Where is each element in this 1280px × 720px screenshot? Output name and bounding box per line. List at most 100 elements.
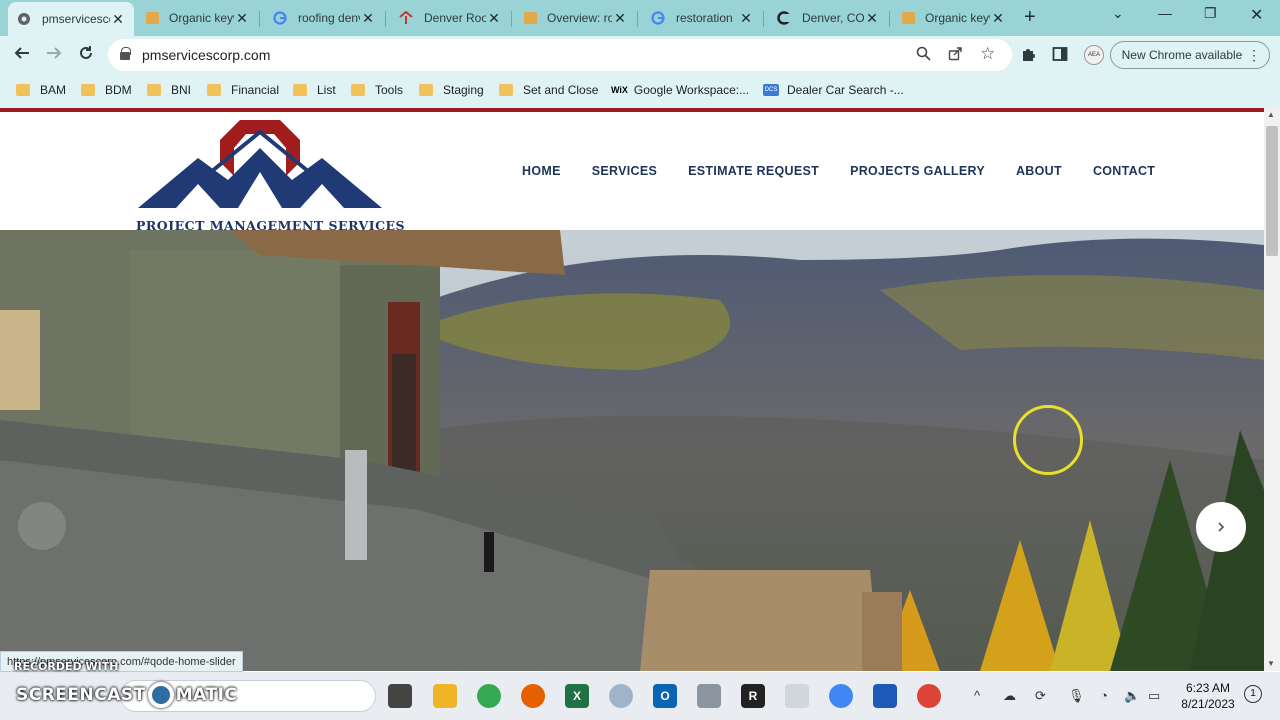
firefox-icon[interactable] — [521, 684, 545, 708]
page-scrollbar[interactable]: ▲ ▼ — [1264, 108, 1280, 671]
bookmark-bdm[interactable]: BDM — [81, 83, 132, 97]
tray-chevron-icon[interactable]: ^ — [974, 688, 980, 703]
site-logo[interactable]: PROJECT MANAGEMENT SERVICES — [136, 118, 405, 233]
close-icon[interactable]: ✕ — [110, 11, 126, 28]
close-icon[interactable]: ✕ — [486, 10, 502, 27]
nav-home[interactable]: HOME — [522, 164, 561, 178]
bookmark-label: Google Workspace:... — [633, 83, 750, 97]
address-bar[interactable]: pmservicescorp.com ☆ — [108, 39, 1012, 71]
folder-icon — [419, 84, 433, 96]
snipping-tool-icon[interactable] — [785, 684, 809, 708]
web-page: PROJECT MANAGEMENT SERVICES HOME SERVICE… — [0, 108, 1264, 671]
extensions-puzzle-icon[interactable] — [1020, 46, 1036, 66]
chrome-secondary-icon[interactable] — [917, 684, 941, 708]
close-icon[interactable]: ✕ — [738, 10, 754, 27]
bookmark-bam[interactable]: BAM — [16, 83, 66, 97]
folder-icon — [81, 84, 95, 96]
lock-icon[interactable] — [120, 47, 131, 60]
tab-pmservicescorp[interactable]: pmservicescorp.com ✕ — [8, 2, 134, 36]
nav-projects-gallery[interactable]: PROJECTS GALLERY — [850, 164, 985, 178]
share-icon[interactable] — [948, 46, 963, 65]
media-app-icon[interactable] — [609, 684, 633, 708]
kebab-menu-icon[interactable]: ⋮ — [1247, 47, 1261, 64]
new-tab-plus-icon[interactable]: + — [1024, 6, 1036, 29]
calculator-icon[interactable] — [697, 684, 721, 708]
scrollbar-thumb[interactable] — [1266, 126, 1278, 256]
window-close-icon[interactable]: ✕ — [1250, 5, 1263, 25]
bookmark-staging[interactable]: Staging — [419, 83, 484, 97]
tab-denver-co[interactable]: Denver, CO ✕ — [768, 4, 888, 32]
tab-title: roofing denver — [298, 11, 360, 25]
tab-restoration[interactable]: restoration ✕ — [642, 4, 762, 32]
microphone-icon[interactable]: 🎙 — [1068, 688, 1085, 704]
tab-title: Denver Roofing — [424, 11, 486, 25]
excel-icon[interactable]: X — [565, 684, 589, 708]
bookmark-label: Set and Close — [523, 83, 599, 97]
file-explorer-icon[interactable] — [433, 684, 457, 708]
nav-estimate-request[interactable]: ESTIMATE REQUEST — [688, 164, 819, 178]
new-chrome-available-button[interactable]: New Chrome available ⋮ — [1110, 41, 1270, 69]
nav-contact[interactable]: CONTACT — [1093, 164, 1155, 178]
tab-overview[interactable]: Overview: roofing ✕ — [516, 4, 636, 32]
taskbar-clock[interactable]: 6:23 AM 8/21/2023 — [1170, 680, 1246, 712]
folder-icon — [499, 84, 513, 96]
chrome-icon[interactable] — [477, 684, 501, 708]
reload-icon[interactable] — [78, 45, 94, 66]
slider-prev-button[interactable] — [18, 502, 66, 550]
clock-time: 6:23 AM — [1185, 681, 1231, 695]
bookmark-label: Dealer Car Search -... — [787, 83, 904, 97]
bookmark-label: Financial — [231, 83, 280, 97]
accent-top-line — [0, 108, 1264, 112]
scroll-down-icon[interactable]: ▼ — [1267, 659, 1275, 668]
chrome-profile-icon[interactable] — [829, 684, 853, 708]
profile-avatar[interactable]: AEA — [1084, 45, 1104, 65]
notification-count-badge[interactable]: 1 — [1244, 685, 1262, 703]
tab-organic-keywords[interactable]: Organic keywords ✕ — [138, 4, 258, 32]
close-icon[interactable]: ✕ — [234, 10, 250, 27]
tab-denver-roofing[interactable]: Denver Roofing ✕ — [390, 4, 510, 32]
close-icon[interactable]: ✕ — [360, 10, 376, 27]
hero-slider[interactable] — [0, 230, 1264, 671]
onedrive-cloud-icon[interactable]: ☁ — [1003, 688, 1016, 704]
app-r-icon[interactable]: R — [741, 684, 765, 708]
back-arrow-icon[interactable] — [14, 45, 30, 66]
sync-icon[interactable]: ⟳ — [1035, 688, 1046, 704]
nav-about[interactable]: ABOUT — [1016, 164, 1062, 178]
bookmark-set-and-close[interactable]: Set and Close — [499, 83, 598, 97]
bookmark-star-icon[interactable]: ☆ — [980, 44, 995, 64]
bookmark-bni[interactable]: BNI — [147, 83, 191, 97]
close-icon[interactable]: ✕ — [864, 10, 880, 27]
google-icon — [272, 10, 288, 26]
forward-arrow-icon[interactable] — [46, 45, 62, 66]
bookmark-google-workspace[interactable]: WiX Google Workspace:... — [611, 83, 749, 97]
slider-next-button[interactable] — [1196, 502, 1246, 552]
restore-icon[interactable]: ❐ — [1204, 5, 1217, 22]
volume-icon[interactable]: 🔈 — [1124, 688, 1140, 704]
zoom-search-icon[interactable] — [916, 46, 931, 65]
scroll-up-icon[interactable]: ▲ — [1267, 110, 1275, 119]
folder-icon — [207, 84, 221, 96]
notepad-icon[interactable] — [873, 684, 897, 708]
bookmark-financial[interactable]: Financial — [207, 83, 279, 97]
task-view-icon[interactable] — [388, 684, 412, 708]
folder-icon — [351, 84, 365, 96]
bookmark-tools[interactable]: Tools — [351, 83, 403, 97]
tab-separator — [637, 11, 638, 27]
tab-roofing-denver[interactable]: roofing denver ✕ — [264, 4, 384, 32]
close-icon[interactable]: ✕ — [612, 10, 628, 27]
tab-search-chevron-icon[interactable]: ⌄ — [1112, 5, 1124, 22]
bookmark-dealer-car-search[interactable]: DCS Dealer Car Search -... — [763, 83, 904, 97]
nav-services[interactable]: SERVICES — [592, 164, 657, 178]
outlook-icon[interactable]: O — [653, 684, 677, 708]
wifi-icon[interactable]: ◔ — [1100, 688, 1108, 703]
minimize-icon[interactable]: — — [1158, 5, 1172, 21]
bookmark-label: List — [317, 83, 336, 97]
browser-toolbar: pmservicescorp.com ☆ AEA New Chrome avai… — [0, 36, 1280, 76]
bookmark-list[interactable]: List — [293, 83, 336, 97]
close-icon[interactable]: ✕ — [990, 10, 1006, 27]
tab-organic-keywords-2[interactable]: Organic keywords ✕ — [894, 4, 1014, 32]
side-panel-icon[interactable] — [1052, 46, 1068, 66]
watermark-brand: SCREENCAST MATIC — [16, 682, 237, 708]
battery-icon[interactable]: ▭ — [1148, 688, 1160, 704]
url-text[interactable]: pmservicescorp.com — [142, 47, 270, 63]
